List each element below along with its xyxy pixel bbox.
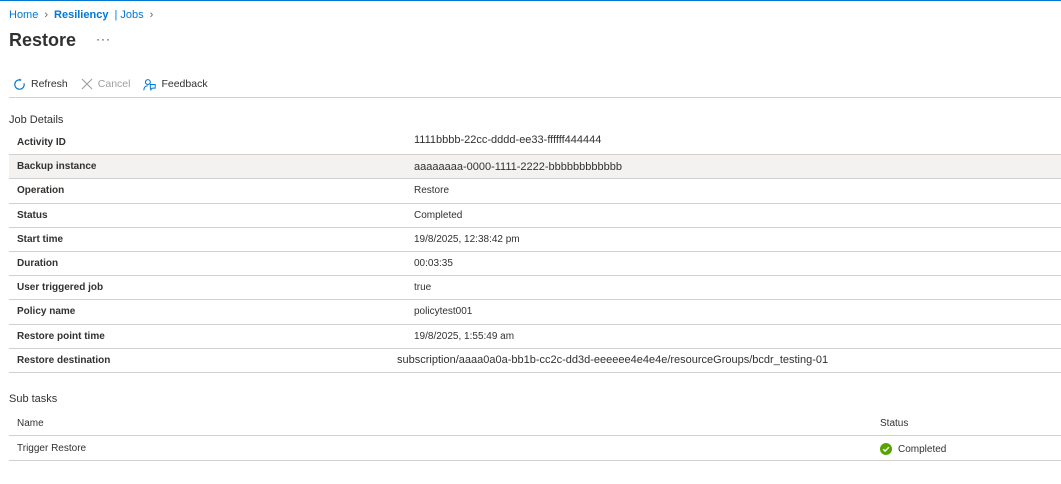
table-header: Name Status [9,412,1061,436]
feedback-label: Feedback [161,78,208,90]
more-options-button[interactable]: ··· [96,32,111,46]
page-title: Restore [9,29,77,50]
job-details-table: Activity ID 1111bbbb-22cc-dddd-ee33-ffff… [9,131,1061,373]
detail-row-policy-name: Policy name policytest001 [9,300,1061,325]
detail-label: Restore point time [17,330,105,342]
close-icon [81,78,93,90]
detail-value: Completed [414,209,463,221]
breadcrumb: Home › Resiliency | Jobs › [9,8,159,22]
detail-label: Duration [17,258,59,270]
table-row[interactable]: Trigger Restore Completed [9,436,1061,461]
feedback-icon [143,78,157,91]
detail-value: policytest001 [414,306,473,318]
detail-value: subscription/aaaa0a0a-bb1b-cc2c-dd3d-eee… [397,354,829,367]
cancel-label: Cancel [97,78,131,90]
column-header-status[interactable]: Status [880,418,908,429]
breadcrumb-resiliency[interactable]: Resiliency [54,9,108,21]
detail-value: aaaaaaaa-0000-1111-2222-bbbbbbbbbbbb [414,160,622,173]
detail-row-activity-id: Activity ID 1111bbbb-22cc-dddd-ee33-ffff… [9,131,1061,156]
detail-row-operation: Operation Restore [9,179,1061,204]
job-details-heading: Job Details [9,114,64,126]
subtask-name: Trigger Restore [17,443,87,454]
refresh-button[interactable]: Refresh [13,77,68,91]
detail-row-restore-point-time: Restore point time 19/8/2025, 1:55:49 am [9,325,1061,349]
detail-row-user-triggered: User triggered job true [9,276,1061,301]
chevron-right-icon: › [149,9,154,21]
success-check-icon [880,443,892,455]
refresh-icon [14,77,25,90]
detail-label: Status [17,209,48,221]
breadcrumb-jobs[interactable]: | Jobs [114,9,143,21]
cancel-button[interactable]: Cancel [81,78,131,90]
chevron-right-icon: › [44,9,49,21]
detail-value: 00:03:35 [414,258,453,270]
detail-value: 19/8/2025, 1:55:49 am [414,330,515,342]
detail-label: Activity ID [17,137,66,149]
title-row: Restore ··· [9,27,111,53]
detail-label: Backup instance [17,161,97,173]
detail-row-status: Status Completed [9,204,1061,228]
detail-row-start-time: Start time 19/8/2025, 12:38:42 pm [9,228,1061,252]
column-header-name[interactable]: Name [17,418,44,429]
detail-row-restore-destination: Restore destination subscription/aaaa0a0… [9,349,1061,373]
detail-label: User triggered job [17,282,104,294]
detail-row-duration: Duration 00:03:35 [9,252,1061,277]
detail-value: 1111bbbb-22cc-dddd-ee33-ffffff444444 [414,133,602,146]
detail-label: Policy name [17,306,76,318]
feedback-button[interactable]: Feedback [143,78,208,91]
top-accent-line [0,0,1061,1]
detail-label: Restore destination [17,354,111,366]
detail-value: Restore [414,185,450,197]
detail-value: true [414,282,432,294]
subtask-status-label: Completed [898,443,947,455]
command-bar: Refresh Cancel Feedback [13,76,221,92]
detail-value: 19/8/2025, 12:38:42 pm [414,233,520,245]
subtask-status: Completed [880,443,946,455]
detail-row-backup-instance[interactable]: Backup instance aaaaaaaa-0000-1111-2222-… [9,155,1061,180]
breadcrumb-home[interactable]: Home [9,9,38,21]
refresh-label: Refresh [31,78,68,90]
detail-label: Operation [17,185,65,197]
sub-tasks-table: Name Status Trigger Restore Completed [9,412,1061,461]
detail-label: Start time [17,233,64,245]
toolbar-divider [9,97,1061,98]
sub-tasks-heading: Sub tasks [9,393,58,405]
